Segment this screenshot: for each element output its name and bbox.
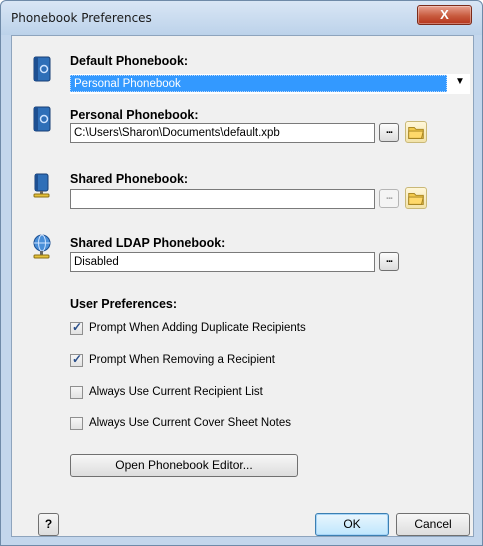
- check-icon: ✓: [72, 352, 83, 366]
- check-icon: ✓: [72, 320, 83, 334]
- shared-phonebook-label: Shared Phonebook:: [70, 172, 189, 186]
- default-phonebook-selected: Personal Phonebook: [70, 75, 447, 92]
- personal-phonebook-label: Personal Phonebook:: [70, 108, 199, 122]
- help-button[interactable]: ?: [38, 513, 59, 536]
- phonebook-preferences-window: Phonebook Preferences X Default Phoneboo…: [0, 0, 483, 546]
- checkbox-label[interactable]: Always Use Current Recipient List: [89, 386, 263, 398]
- ldap-phonebook-label: Shared LDAP Phonebook:: [70, 236, 226, 250]
- title-bar[interactable]: Phonebook Preferences X: [1, 1, 482, 35]
- checkbox-label[interactable]: Prompt When Adding Duplicate Recipients: [89, 322, 306, 334]
- checkbox[interactable]: ✓: [70, 320, 83, 335]
- window-title: Phonebook Preferences: [11, 11, 152, 25]
- shared-folder-icon[interactable]: [405, 187, 427, 209]
- close-button[interactable]: X: [417, 5, 472, 25]
- personal-phonebook-path-input[interactable]: C:\Users\Sharon\Documents\default.xpb: [70, 123, 375, 143]
- blue-book-icon: [33, 56, 51, 82]
- default-phonebook-select[interactable]: Personal Phonebook ▼: [70, 74, 470, 94]
- ldap-browse-button[interactable]: ...: [379, 252, 399, 271]
- network-book-icon: [33, 173, 50, 198]
- checkbox-label[interactable]: Prompt When Removing a Recipient: [89, 354, 275, 366]
- ldap-phonebook-input[interactable]: Disabled: [70, 252, 375, 272]
- open-phonebook-editor-button[interactable]: Open Phonebook Editor...: [70, 454, 298, 477]
- personal-folder-icon[interactable]: [405, 121, 427, 143]
- shared-phonebook-path-input[interactable]: [70, 189, 375, 209]
- dropdown-arrow-icon[interactable]: ▼: [455, 76, 465, 87]
- checkbox[interactable]: ✓: [70, 352, 83, 367]
- shared-browse-button[interactable]: ...: [379, 189, 399, 208]
- globe-network-icon: [33, 234, 51, 259]
- checkbox-label[interactable]: Always Use Current Cover Sheet Notes: [89, 417, 291, 429]
- personal-browse-button[interactable]: ...: [379, 123, 399, 142]
- checkbox[interactable]: [70, 386, 83, 399]
- user-preferences-label: User Preferences:: [70, 297, 178, 311]
- ok-button[interactable]: OK: [315, 513, 389, 536]
- cancel-button[interactable]: Cancel: [396, 513, 470, 536]
- blue-book-icon: [33, 106, 51, 132]
- dialog-body: Default Phonebook: Personal Phonebook ▼ …: [11, 35, 474, 537]
- default-phonebook-label: Default Phonebook:: [70, 54, 189, 68]
- checkbox[interactable]: [70, 417, 83, 430]
